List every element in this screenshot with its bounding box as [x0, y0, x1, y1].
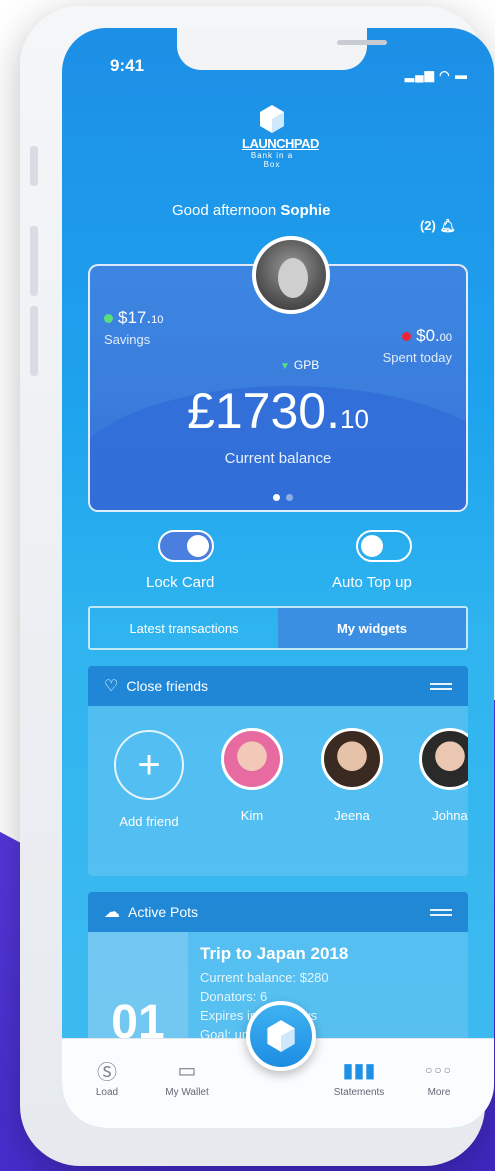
- phone-frame: 9:41 ▂▄▆ ◠ ▬ LAUNCHPAD Bank in a Box Goo…: [20, 6, 494, 1166]
- piggy-bank-icon: ☁: [104, 904, 120, 921]
- profile-avatar[interactable]: [252, 236, 330, 314]
- heart-star-icon: ♡: [104, 678, 119, 695]
- greeting-name: Sophie: [280, 202, 331, 219]
- close-friends-widget: ♡ Close friends + Add friend Kim Jeena J…: [88, 666, 468, 876]
- drag-handle-icon[interactable]: [430, 680, 452, 693]
- home-button[interactable]: [246, 1001, 316, 1071]
- notch: [177, 28, 387, 70]
- app-screen: 9:41 ▂▄▆ ◠ ▬ LAUNCHPAD Bank in a Box Goo…: [62, 28, 494, 1128]
- balance-amount: £1730.10: [90, 382, 466, 440]
- friend-name: Johna: [432, 808, 468, 823]
- close-friends-body: + Add friend Kim Jeena Johna: [88, 706, 468, 876]
- logo-cube-icon: [259, 104, 285, 134]
- savings-label: Savings: [104, 332, 151, 347]
- friend-item[interactable]: Johna: [410, 728, 468, 823]
- spent-cents: 00: [439, 332, 452, 344]
- savings-amount: $17.: [118, 308, 152, 327]
- signal-icon: ▂▄▆: [404, 68, 435, 82]
- friend-name: Kim: [240, 808, 264, 823]
- wifi-icon: ◠: [439, 68, 451, 82]
- tab-more-label: More: [427, 1087, 451, 1098]
- card-pager[interactable]: [270, 488, 296, 506]
- caret-down-icon: ▼: [280, 361, 290, 372]
- logo-cube-icon: [267, 1020, 295, 1052]
- pot-balance: Current balance: $280: [200, 970, 329, 985]
- currency-selector[interactable]: ▼ GPB: [280, 358, 319, 372]
- close-friends-title: Close friends: [126, 678, 209, 694]
- pager-dot-active[interactable]: [273, 494, 280, 501]
- active-pots-title: Active Pots: [128, 904, 199, 920]
- status-icons: ▂▄▆ ◠ ▬: [405, 68, 468, 82]
- close-friends-header: ♡ Close friends: [88, 666, 468, 706]
- bottom-tab-bar: Ⓢ Load ▭ My Wallet ▮▮▮ Statements ○○○ Mo…: [62, 1001, 494, 1128]
- spent-amount: $0.: [416, 326, 440, 345]
- tab-wallet-label: My Wallet: [165, 1087, 209, 1098]
- bar-chart-icon: ▮▮▮: [342, 1059, 376, 1082]
- lock-card-toggle[interactable]: [158, 530, 214, 562]
- spent-stat: $0.00 Spent today: [383, 326, 452, 365]
- tab-more[interactable]: ○○○ More: [404, 1053, 474, 1098]
- tab-statements-label: Statements: [333, 1087, 385, 1098]
- add-friend-label: Add friend: [119, 814, 179, 829]
- app-logo: LAUNCHPAD Bank in a Box: [242, 104, 319, 169]
- tab-load[interactable]: Ⓢ Load: [72, 1053, 142, 1099]
- notifications-button[interactable]: (2) 🔔︎: [420, 218, 456, 234]
- status-time: 9:41: [110, 56, 145, 75]
- auto-top-up-label: Auto Top up: [332, 574, 412, 591]
- spent-label: Spent today: [382, 350, 452, 365]
- logo-tagline: Bank in a Box: [250, 151, 294, 169]
- volume-down-button: [30, 306, 38, 376]
- wallet-icon: ▭: [177, 1059, 197, 1082]
- battery-icon: ▬: [455, 68, 468, 82]
- spent-dot: [402, 332, 412, 342]
- savings-dot: [104, 314, 113, 324]
- balance-label: Current balance: [224, 450, 332, 467]
- balance-cents: 10: [340, 404, 369, 434]
- drag-handle-icon[interactable]: [430, 906, 452, 919]
- section-tabs: Latest transactions My widgets: [88, 606, 468, 650]
- currency-code: GPB: [293, 358, 320, 372]
- greeting: Good afternoon Sophie: [172, 202, 330, 219]
- auto-top-up-toggle[interactable]: [356, 530, 412, 562]
- savings-stat: $17.10 Savings: [104, 308, 163, 347]
- load-icon: Ⓢ: [97, 1061, 117, 1084]
- tab-statements[interactable]: ▮▮▮ Statements: [324, 1053, 394, 1099]
- friend-name: Jeena: [334, 808, 370, 823]
- notification-count: (2): [419, 218, 436, 233]
- friend-item[interactable]: Kim: [212, 728, 292, 823]
- active-pots-header: ☁ Active Pots: [88, 892, 468, 932]
- plus-icon: +: [114, 730, 184, 800]
- savings-cents: 10: [151, 314, 164, 326]
- more-dots-icon: ○○○: [425, 1063, 453, 1077]
- side-button: [30, 146, 38, 186]
- volume-up-button: [30, 226, 38, 296]
- logo-name: LAUNCHPAD: [242, 136, 319, 151]
- friend-avatar: [321, 728, 383, 790]
- tab-load-label: Load: [95, 1087, 119, 1098]
- tab-my-wallet[interactable]: ▭ My Wallet: [152, 1053, 222, 1099]
- friend-avatar: [419, 728, 468, 790]
- pager-dot[interactable]: [286, 494, 293, 501]
- add-friend-button[interactable]: + Add friend: [104, 730, 194, 829]
- friend-avatar: [221, 728, 283, 790]
- tab-my-widgets[interactable]: My widgets: [278, 608, 466, 648]
- pot-name: Trip to Japan 2018: [200, 944, 349, 963]
- bell-icon: 🔔︎: [439, 218, 456, 233]
- lock-card-label: Lock Card: [146, 574, 215, 591]
- balance-main: £1730.: [187, 383, 340, 439]
- friend-item[interactable]: Jeena: [312, 728, 392, 823]
- greeting-prefix: Good afternoon: [172, 202, 277, 219]
- tab-latest-transactions[interactable]: Latest transactions: [90, 608, 278, 648]
